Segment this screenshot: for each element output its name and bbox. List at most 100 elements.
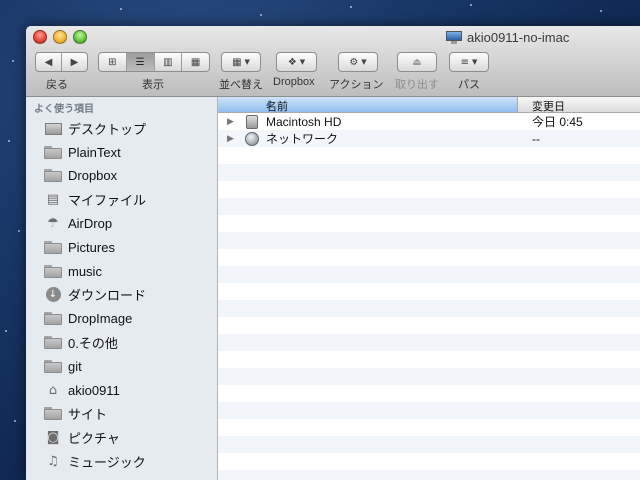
file-date: -- <box>532 131 540 146</box>
sidebar-item-other[interactable]: 0.その他 <box>26 331 217 354</box>
view-label: 表示 <box>142 79 164 91</box>
icon-view-icon: ⊞ <box>108 56 117 68</box>
eject-icon: ⏏ <box>412 56 422 68</box>
camera-icon: ◙ <box>46 430 60 445</box>
sidebar-item-pictures[interactable]: Pictures <box>26 236 217 259</box>
hard-disk-icon <box>244 114 260 129</box>
eject-label: 取り出す <box>395 79 439 91</box>
sidebar-item-music[interactable]: ♫ ミュージック <box>26 450 217 473</box>
sidebar-item-label: デスクトップ <box>68 122 147 137</box>
finder-window: akio0911-no-imac ◀ ▶ 戻る ⊞ ☰ ▥ ▦ 表示 ▦ ▼ 並べ… <box>26 26 640 480</box>
disclosure-triangle-icon[interactable]: ▶ <box>227 133 234 144</box>
folder-icon <box>43 310 63 328</box>
airdrop-icon: ☂ <box>47 216 59 231</box>
arrange-grid-icon: ▦ <box>232 56 242 68</box>
zoom-button[interactable] <box>73 30 87 44</box>
sidebar: よく使う項目 デスクトップ PlainText Dropbox ▤ マイファイル… <box>26 97 218 480</box>
sidebar-item-sites[interactable]: サイト <box>26 402 217 425</box>
sidebar-item-dropimage[interactable]: DropImage <box>26 307 217 330</box>
arrange-button[interactable]: ▦ ▼ <box>221 52 261 72</box>
folder-icon <box>43 144 63 162</box>
sidebar-item-label: 0.その他 <box>68 336 118 351</box>
column-view-icon: ▥ <box>163 56 173 68</box>
sidebar-item-plaintext[interactable]: PlainText <box>26 141 217 164</box>
file-row-macintosh-hd[interactable]: ▶ Macintosh HD 今日 0:45 <box>218 113 640 130</box>
disclosure-triangle-icon[interactable]: ▶ <box>227 116 234 127</box>
view-control: ⊞ ☰ ▥ ▦ <box>98 52 210 72</box>
back-button[interactable]: ◀ <box>36 53 62 71</box>
action-label: アクション <box>329 79 384 91</box>
back-forward-control: ◀ ▶ <box>35 52 88 72</box>
window-title: akio0911-no-imac <box>446 28 569 46</box>
music-note-icon: ♫ <box>47 454 59 469</box>
close-button[interactable] <box>33 30 47 44</box>
path-label: パス <box>458 79 480 91</box>
folder-icon <box>43 405 63 423</box>
sidebar-item-label: ミュージック <box>68 455 146 470</box>
sidebar-item-label: git <box>68 359 82 374</box>
dropbox-icon: ❖ <box>287 56 297 68</box>
dropbox-label: Dropbox <box>273 76 315 88</box>
downloads-icon: ↓ <box>43 286 63 304</box>
action-button[interactable]: ⚙ ▼ <box>338 52 378 72</box>
gear-icon: ⚙ <box>349 56 359 68</box>
sidebar-item-home[interactable]: ⌂ akio0911 <box>26 379 217 402</box>
folder-icon <box>43 358 63 376</box>
forward-button[interactable]: ▶ <box>62 53 87 71</box>
sidebar-item-label: music <box>68 264 102 279</box>
dropbox-button[interactable]: ❖ ▼ <box>276 52 317 72</box>
sidebar-item-label: サイト <box>68 407 108 422</box>
sidebar-item-desktop[interactable]: デスクトップ <box>26 117 217 140</box>
sidebar-item-label: Dropbox <box>68 168 118 183</box>
column-view-button[interactable]: ▥ <box>155 53 183 71</box>
sidebar-item-airdrop[interactable]: ☂ AirDrop <box>26 212 217 235</box>
sidebar-header-favorites: よく使う項目 <box>34 104 94 115</box>
all-my-files-icon: ▤ <box>46 192 60 207</box>
desktop-icon <box>43 120 63 138</box>
sidebar-item-label: Pictures <box>68 240 115 255</box>
sidebar-item-all-my-files[interactable]: ▤ マイファイル <box>26 188 217 211</box>
path-icon: ≡ <box>460 56 469 68</box>
column-header-date[interactable]: 変更日 <box>532 98 565 114</box>
sidebar-item-label: ダウンロード <box>68 288 147 303</box>
imac-icon <box>446 30 462 44</box>
chevron-down-icon: ▼ <box>472 58 478 66</box>
column-header-name[interactable]: 名前 ▲ <box>218 97 518 113</box>
network-icon <box>244 131 260 146</box>
window-title-text: akio0911-no-imac <box>467 29 570 45</box>
chevron-down-icon: ▼ <box>244 58 250 66</box>
folder-icon <box>43 167 63 185</box>
file-rows: ▶ Macintosh HD 今日 0:45 ▶ ネットワーク -- <box>218 113 640 480</box>
sidebar-item-pictures-jp[interactable]: ◙ ピクチャ <box>26 426 217 449</box>
coverflow-icon: ▦ <box>190 56 201 68</box>
eject-button[interactable]: ⏏ <box>397 52 437 72</box>
sidebar-item-label: PlainText <box>68 145 121 160</box>
sidebar-item-music-folder[interactable]: music <box>26 260 217 283</box>
sidebar-item-label: DropImage <box>68 311 133 326</box>
sidebar-item-label: AirDrop <box>68 216 113 231</box>
chevron-down-icon: ▼ <box>361 58 367 66</box>
sidebar-item-label: akio0911 <box>68 383 120 398</box>
file-row-network[interactable]: ▶ ネットワーク -- <box>218 130 640 147</box>
column-header: 名前 ▲ 変更日 <box>218 97 640 113</box>
folder-icon <box>43 263 63 281</box>
icon-view-button[interactable]: ⊞ <box>99 53 127 71</box>
arrange-label: 並べ替え <box>219 79 263 91</box>
home-icon: ⌂ <box>48 383 58 398</box>
file-name: Macintosh HD <box>266 114 342 129</box>
sidebar-item-dropbox[interactable]: Dropbox <box>26 164 217 187</box>
toolbar: akio0911-no-imac ◀ ▶ 戻る ⊞ ☰ ▥ ▦ 表示 ▦ ▼ 並べ… <box>26 26 640 97</box>
folder-icon <box>43 239 63 257</box>
coverflow-view-button[interactable]: ▦ <box>182 53 209 71</box>
sort-ascending-icon: ▲ <box>266 98 273 107</box>
folder-icon <box>43 334 63 352</box>
forward-arrow-icon: ▶ <box>70 56 79 68</box>
path-button[interactable]: ≡ ▼ <box>449 52 489 72</box>
minimize-button[interactable] <box>53 30 67 44</box>
list-view-icon: ☰ <box>135 56 145 68</box>
list-view-button[interactable]: ☰ <box>126 53 155 71</box>
sidebar-item-downloads[interactable]: ↓ ダウンロード <box>26 283 217 306</box>
sidebar-item-label: マイファイル <box>68 193 147 208</box>
sidebar-item-git[interactable]: git <box>26 355 217 378</box>
chevron-down-icon: ▼ <box>299 58 306 66</box>
